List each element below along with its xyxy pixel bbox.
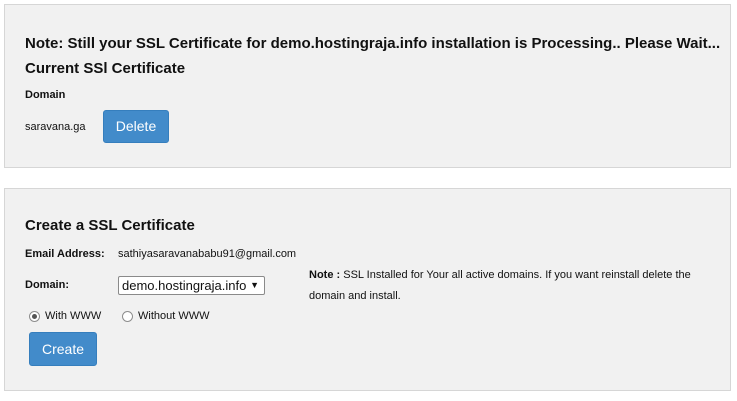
- create-ssl-panel: Create a SSL Certificate Email Address: …: [4, 188, 731, 391]
- delete-button[interactable]: Delete: [103, 110, 169, 143]
- processing-note: Note: Still your SSL Certificate for dem…: [25, 35, 721, 52]
- create-button[interactable]: Create: [29, 332, 97, 366]
- radio-with-www[interactable]: With WWW: [29, 308, 101, 324]
- email-value: sathiyasaravanababu91@gmail.com: [118, 248, 297, 260]
- email-label: Email Address:: [25, 248, 105, 260]
- radio-with-www-icon[interactable]: [29, 310, 40, 322]
- current-ssl-panel: Note: Still your SSL Certificate for dem…: [4, 4, 731, 168]
- current-ssl-heading: Current SSl Certificate: [25, 60, 186, 77]
- radio-without-www[interactable]: Without WWW: [122, 308, 210, 324]
- domain-select[interactable]: demo.hostingraja.info ▼: [118, 276, 265, 295]
- note-text: SSL Installed for Your all active domain…: [309, 269, 691, 302]
- ssl-install-note: Note : SSL Installed for Your all active…: [309, 265, 709, 307]
- radio-without-www-icon[interactable]: [122, 310, 133, 322]
- note-label: Note :: [309, 269, 341, 281]
- domain-label: Domain: [25, 89, 66, 101]
- create-ssl-heading: Create a SSL Certificate: [25, 217, 195, 234]
- dropdown-arrow-icon: ▼: [250, 280, 259, 290]
- domain-select-label: Domain:: [25, 279, 69, 291]
- current-domain-value: saravana.ga: [25, 121, 86, 133]
- radio-with-www-label: With WWW: [45, 310, 102, 322]
- domain-select-value: demo.hostingraja.info: [122, 278, 247, 293]
- radio-without-www-label: Without WWW: [138, 310, 210, 322]
